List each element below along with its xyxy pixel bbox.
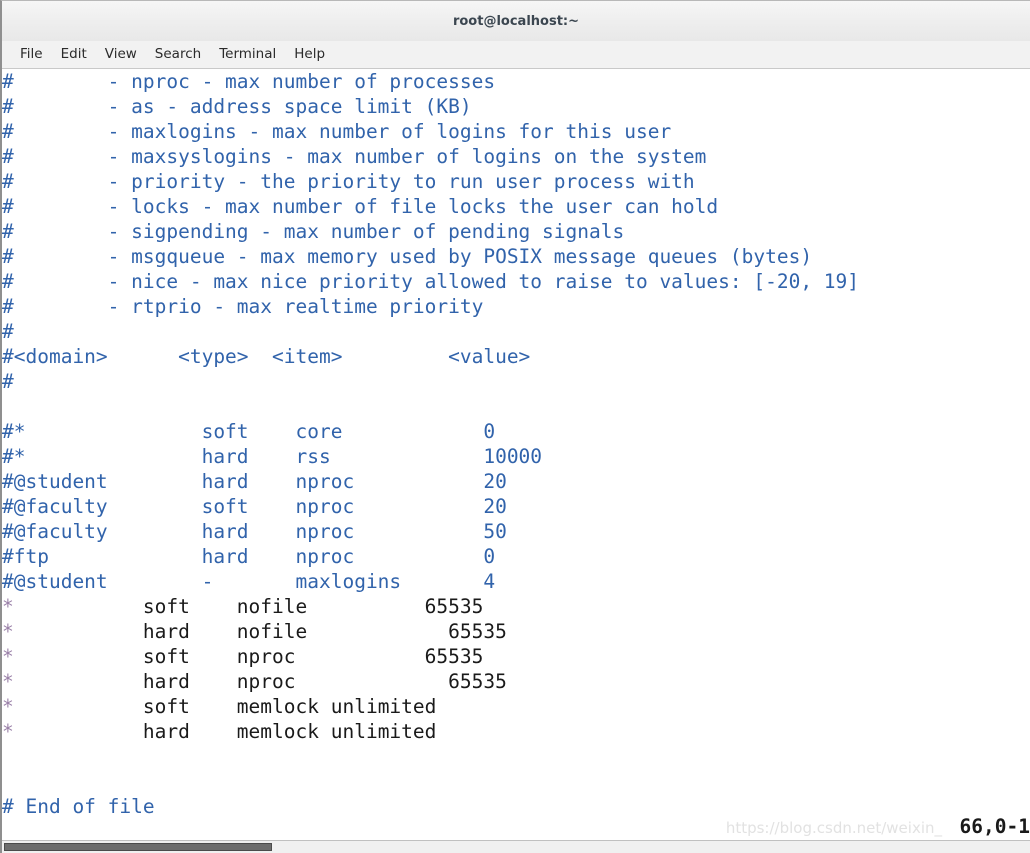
comment-text: # - msgqueue - max memory used by POSIX … bbox=[2, 245, 813, 268]
comment-text: # - as - address space limit (KB) bbox=[2, 95, 472, 118]
buffer-line: * hard memlock unlimited bbox=[2, 719, 1030, 744]
buffer-line bbox=[2, 769, 1030, 794]
terminal-window: root@localhost:~ File Edit View Search T… bbox=[0, 0, 1030, 853]
wildcard-domain-token: * bbox=[2, 595, 14, 618]
buffer-line: * hard nproc 65535 bbox=[2, 669, 1030, 694]
buffer-line: #ftp hard nproc 0 bbox=[2, 544, 1030, 569]
buffer-line: #@faculty soft nproc 20 bbox=[2, 494, 1030, 519]
limit-entry-text: soft memlock unlimited bbox=[13, 695, 437, 718]
status-ruler: 66,0-1 bbox=[959, 815, 1030, 838]
buffer-line: # - maxsyslogins - max number of logins … bbox=[2, 144, 1030, 169]
vim-buffer: # - nproc - max number of processes # - a… bbox=[2, 69, 1030, 819]
scrollbar-thumb[interactable] bbox=[4, 843, 272, 851]
buffer-line: * soft nproc 65535 bbox=[2, 644, 1030, 669]
comment-text: #* hard rss 10000 bbox=[2, 445, 543, 468]
buffer-line: # - maxlogins - max number of logins for… bbox=[2, 119, 1030, 144]
buffer-line bbox=[2, 744, 1030, 769]
comment-text: # - maxsyslogins - max number of logins … bbox=[2, 145, 707, 168]
comment-text: #* soft core 0 bbox=[2, 420, 496, 443]
buffer-line: # - msgqueue - max memory used by POSIX … bbox=[2, 244, 1030, 269]
menu-item-terminal[interactable]: Terminal bbox=[210, 44, 285, 65]
buffer-line: * hard nofile 65535 bbox=[2, 619, 1030, 644]
wildcard-domain-token: * bbox=[2, 695, 14, 718]
limit-entry-text: soft nproc 65535 bbox=[13, 645, 484, 668]
wildcard-domain-token: * bbox=[2, 670, 14, 693]
limit-entry-text: hard nofile 65535 bbox=[13, 620, 507, 643]
wildcard-domain-token: * bbox=[2, 645, 14, 668]
comment-text: # - nproc - max number of processes bbox=[2, 70, 496, 93]
comment-text: #@student hard nproc 20 bbox=[2, 470, 507, 493]
horizontal-scrollbar[interactable] bbox=[2, 840, 1030, 853]
comment-text: # - locks - max number of file locks the… bbox=[2, 195, 719, 218]
buffer-line: # - nproc - max number of processes bbox=[2, 69, 1030, 94]
buffer-line: # bbox=[2, 369, 1030, 394]
comment-text: #@faculty hard nproc 50 bbox=[2, 520, 507, 543]
comment-text: # - nice - max nice priority allowed to … bbox=[2, 270, 860, 293]
comment-text: #@faculty soft nproc 20 bbox=[2, 495, 507, 518]
limit-entry-text: soft nofile 65535 bbox=[13, 595, 484, 618]
menu-item-view[interactable]: View bbox=[96, 44, 146, 65]
menu-item-file[interactable]: File bbox=[11, 44, 52, 65]
terminal-screen[interactable]: # - nproc - max number of processes # - a… bbox=[2, 69, 1030, 853]
comment-text: # - rtprio - max realtime priority bbox=[2, 295, 484, 318]
buffer-line: # bbox=[2, 319, 1030, 344]
comment-text: #@student - maxlogins 4 bbox=[2, 570, 496, 593]
buffer-line: # - sigpending - max number of pending s… bbox=[2, 219, 1030, 244]
buffer-line: #@student hard nproc 20 bbox=[2, 469, 1030, 494]
vim-status-line: "/etc/security/limits.conf" 68L, 2696C 6… bbox=[2, 814, 1030, 853]
buffer-line: #@student - maxlogins 4 bbox=[2, 569, 1030, 594]
wildcard-domain-token: * bbox=[2, 620, 14, 643]
comment-text: #ftp hard nproc 0 bbox=[2, 545, 496, 568]
comment-text: # - priority - the priority to run user … bbox=[2, 170, 695, 193]
buffer-line: #* hard rss 10000 bbox=[2, 444, 1030, 469]
comment-text: # bbox=[2, 370, 14, 393]
wildcard-domain-token: * bbox=[2, 720, 14, 743]
comment-text: # - sigpending - max number of pending s… bbox=[2, 220, 625, 243]
menu-item-search[interactable]: Search bbox=[146, 44, 210, 65]
buffer-line: #@faculty hard nproc 50 bbox=[2, 519, 1030, 544]
comment-text: #<domain> <type> <item> <value> bbox=[2, 345, 531, 368]
buffer-line: # - rtprio - max realtime priority bbox=[2, 294, 1030, 319]
buffer-line: #* soft core 0 bbox=[2, 419, 1030, 444]
menu-item-edit[interactable]: Edit bbox=[52, 44, 96, 65]
buffer-line bbox=[2, 394, 1030, 419]
window-title: root@localhost:~ bbox=[452, 13, 580, 29]
limit-entry-text: hard nproc 65535 bbox=[13, 670, 507, 693]
buffer-line: * soft memlock unlimited bbox=[2, 694, 1030, 719]
menu-bar: File Edit View Search Terminal Help bbox=[2, 41, 1030, 69]
buffer-line: # - as - address space limit (KB) bbox=[2, 94, 1030, 119]
buffer-line: # - priority - the priority to run user … bbox=[2, 169, 1030, 194]
title-bar[interactable]: root@localhost:~ bbox=[2, 1, 1030, 41]
buffer-line: # - nice - max nice priority allowed to … bbox=[2, 269, 1030, 294]
menu-item-help[interactable]: Help bbox=[285, 44, 334, 65]
buffer-line: #<domain> <type> <item> <value> bbox=[2, 344, 1030, 369]
limit-entry-text: hard memlock unlimited bbox=[13, 720, 437, 743]
comment-text: # bbox=[2, 320, 14, 343]
buffer-line: * soft nofile 65535 bbox=[2, 594, 1030, 619]
comment-text: # - maxlogins - max number of logins for… bbox=[2, 120, 672, 143]
buffer-line: # - locks - max number of file locks the… bbox=[2, 194, 1030, 219]
